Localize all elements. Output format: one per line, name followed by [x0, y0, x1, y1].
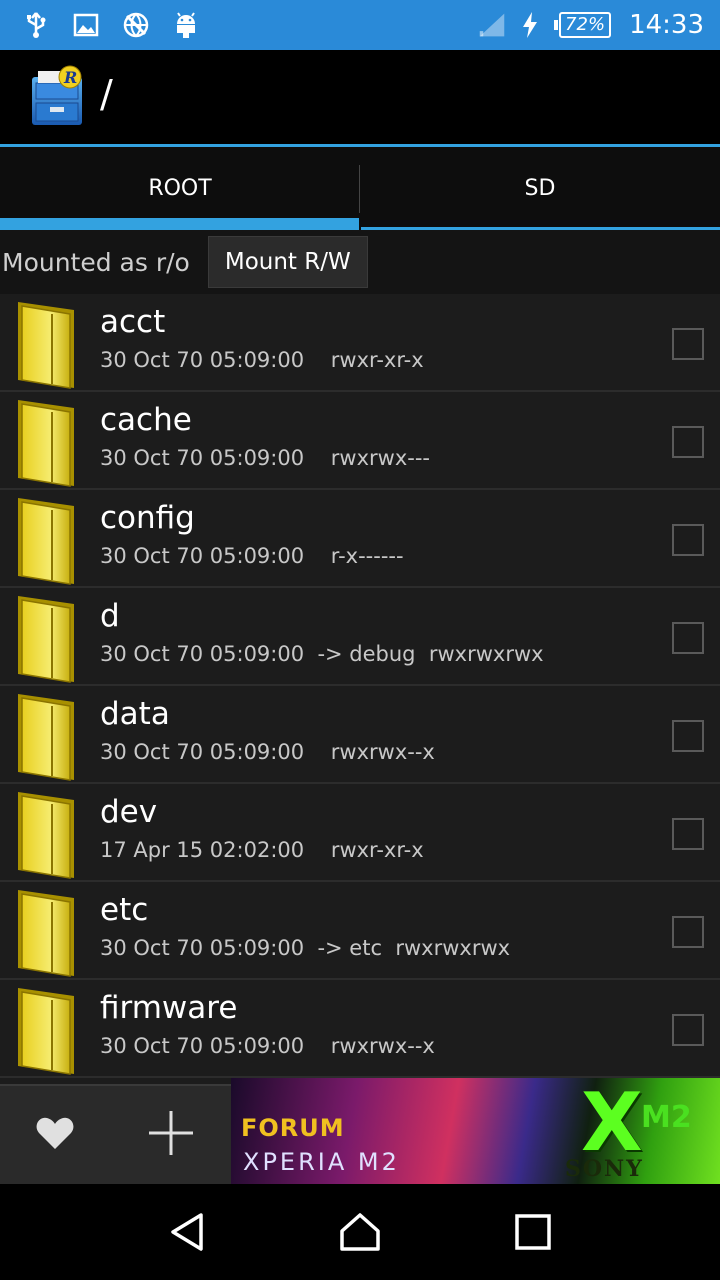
file-text: data 30 Oct 70 05:09:00 rwxrwx--x — [100, 696, 435, 764]
file-meta: 30 Oct 70 05:09:00 -> debug rwxrwxrwx — [100, 642, 544, 666]
tab-sd[interactable]: SD — [360, 147, 720, 230]
folder-icon — [16, 888, 78, 978]
android-icon — [172, 11, 200, 39]
banner-xperia-text: XPERIA M2 — [243, 1148, 400, 1176]
folder-icon — [16, 398, 78, 488]
current-path: / — [100, 72, 113, 116]
file-text: firmware 30 Oct 70 05:09:00 rwxrwx--x — [100, 990, 435, 1058]
root-explorer-icon[interactable]: R — [28, 65, 86, 129]
tab-sd-label: SD — [524, 176, 556, 201]
file-name: cache — [100, 402, 192, 438]
file-text: etc 30 Oct 70 05:09:00 -> etc rwxrwxrwx — [100, 892, 510, 960]
file-row[interactable]: d 30 Oct 70 05:09:00 -> debug rwxrwxrwx — [0, 588, 720, 686]
svg-text:R: R — [63, 68, 77, 87]
file-name: acct — [100, 304, 166, 340]
status-bar: 72% 14:33 — [0, 0, 720, 50]
file-text: cache 30 Oct 70 05:09:00 rwxrwx--- — [100, 402, 430, 470]
file-row[interactable]: firmware 30 Oct 70 05:09:00 rwxrwx--x — [0, 980, 720, 1078]
file-name: d — [100, 598, 120, 634]
back-icon[interactable] — [157, 1202, 217, 1262]
mount-rw-button[interactable]: Mount R/W — [207, 236, 368, 288]
file-checkbox[interactable] — [672, 328, 704, 360]
folder-icon — [16, 790, 78, 880]
usb-icon — [22, 11, 50, 39]
file-checkbox[interactable] — [672, 818, 704, 850]
battery-level: 72% — [559, 12, 612, 38]
tab-root-label: ROOT — [148, 176, 212, 201]
file-name: dev — [100, 794, 158, 830]
folder-icon — [16, 300, 78, 390]
heart-icon[interactable] — [35, 1115, 75, 1155]
clock: 14:33 — [629, 10, 704, 40]
plus-icon[interactable] — [146, 1108, 196, 1162]
file-name: config — [100, 500, 195, 536]
file-meta: 30 Oct 70 05:09:00 rwxrwx--x — [100, 740, 435, 764]
file-name: etc — [100, 892, 149, 928]
mount-status: Mounted as r/o — [2, 247, 190, 277]
file-meta: 30 Oct 70 05:09:00 rwxrwx--- — [100, 446, 431, 470]
file-name: data — [100, 696, 170, 732]
file-row[interactable]: config 30 Oct 70 05:09:00 r-x------ — [0, 490, 720, 588]
bottom-toolbar — [0, 1084, 231, 1184]
folder-icon — [16, 692, 78, 782]
file-row[interactable]: data 30 Oct 70 05:09:00 rwxrwx--x — [0, 686, 720, 784]
file-name: firmware — [100, 990, 238, 1026]
file-row[interactable]: cache 30 Oct 70 05:09:00 rwxrwx--- — [0, 392, 720, 490]
file-text: config 30 Oct 70 05:09:00 r-x------ — [100, 500, 404, 568]
navigation-bar — [0, 1184, 720, 1280]
charging-icon — [516, 11, 544, 39]
banner-sony-text: SONY — [565, 1156, 644, 1182]
banner-m2-text: M2 — [641, 1100, 692, 1135]
file-checkbox[interactable] — [672, 720, 704, 752]
mount-bar: Mounted as r/o Mount R/W — [0, 230, 720, 294]
image-icon — [72, 11, 100, 39]
signal-icon — [478, 11, 506, 39]
file-row[interactable]: acct 30 Oct 70 05:09:00 rwxr-xr-x — [0, 294, 720, 392]
recents-icon[interactable] — [503, 1202, 563, 1262]
tab-bar: ROOT SD — [0, 144, 720, 230]
file-text: d 30 Oct 70 05:09:00 -> debug rwxrwxrwx — [100, 598, 544, 666]
battery-indicator: 72% — [554, 12, 612, 38]
active-tab-indicator — [0, 218, 359, 230]
file-checkbox[interactable] — [672, 426, 704, 458]
file-meta: 30 Oct 70 05:09:00 r-x------ — [100, 544, 404, 568]
file-text: acct 30 Oct 70 05:09:00 rwxr-xr-x — [100, 304, 424, 372]
home-icon[interactable] — [330, 1202, 390, 1262]
file-meta: 30 Oct 70 05:09:00 rwxr-xr-x — [100, 348, 424, 372]
folder-icon — [16, 986, 78, 1076]
folder-icon — [16, 496, 78, 586]
banner-x-logo: X — [581, 1078, 643, 1169]
file-checkbox[interactable] — [672, 916, 704, 948]
folder-icon — [16, 594, 78, 684]
file-row[interactable]: etc 30 Oct 70 05:09:00 -> etc rwxrwxrwx — [0, 882, 720, 980]
file-text: dev 17 Apr 15 02:02:00 rwxr-xr-x — [100, 794, 424, 862]
file-list: acct 30 Oct 70 05:09:00 rwxr-xr-x cache … — [0, 294, 720, 1084]
banner-forum-text: FORUM — [241, 1114, 345, 1142]
file-meta: 17 Apr 15 02:02:00 rwxr-xr-x — [100, 838, 424, 862]
file-meta: 30 Oct 70 05:09:00 rwxrwx--x — [100, 1034, 435, 1058]
action-bar: R / — [0, 50, 720, 144]
file-checkbox[interactable] — [672, 1014, 704, 1046]
file-checkbox[interactable] — [672, 622, 704, 654]
ad-banner[interactable]: FORUM XPERIA M2 X M2 SONY — [231, 1078, 720, 1184]
file-row[interactable]: dev 17 Apr 15 02:02:00 rwxr-xr-x — [0, 784, 720, 882]
file-meta: 30 Oct 70 05:09:00 -> etc rwxrwxrwx — [100, 936, 511, 960]
file-checkbox[interactable] — [672, 524, 704, 556]
no-network-icon — [122, 11, 150, 39]
battery-tip — [554, 20, 559, 30]
